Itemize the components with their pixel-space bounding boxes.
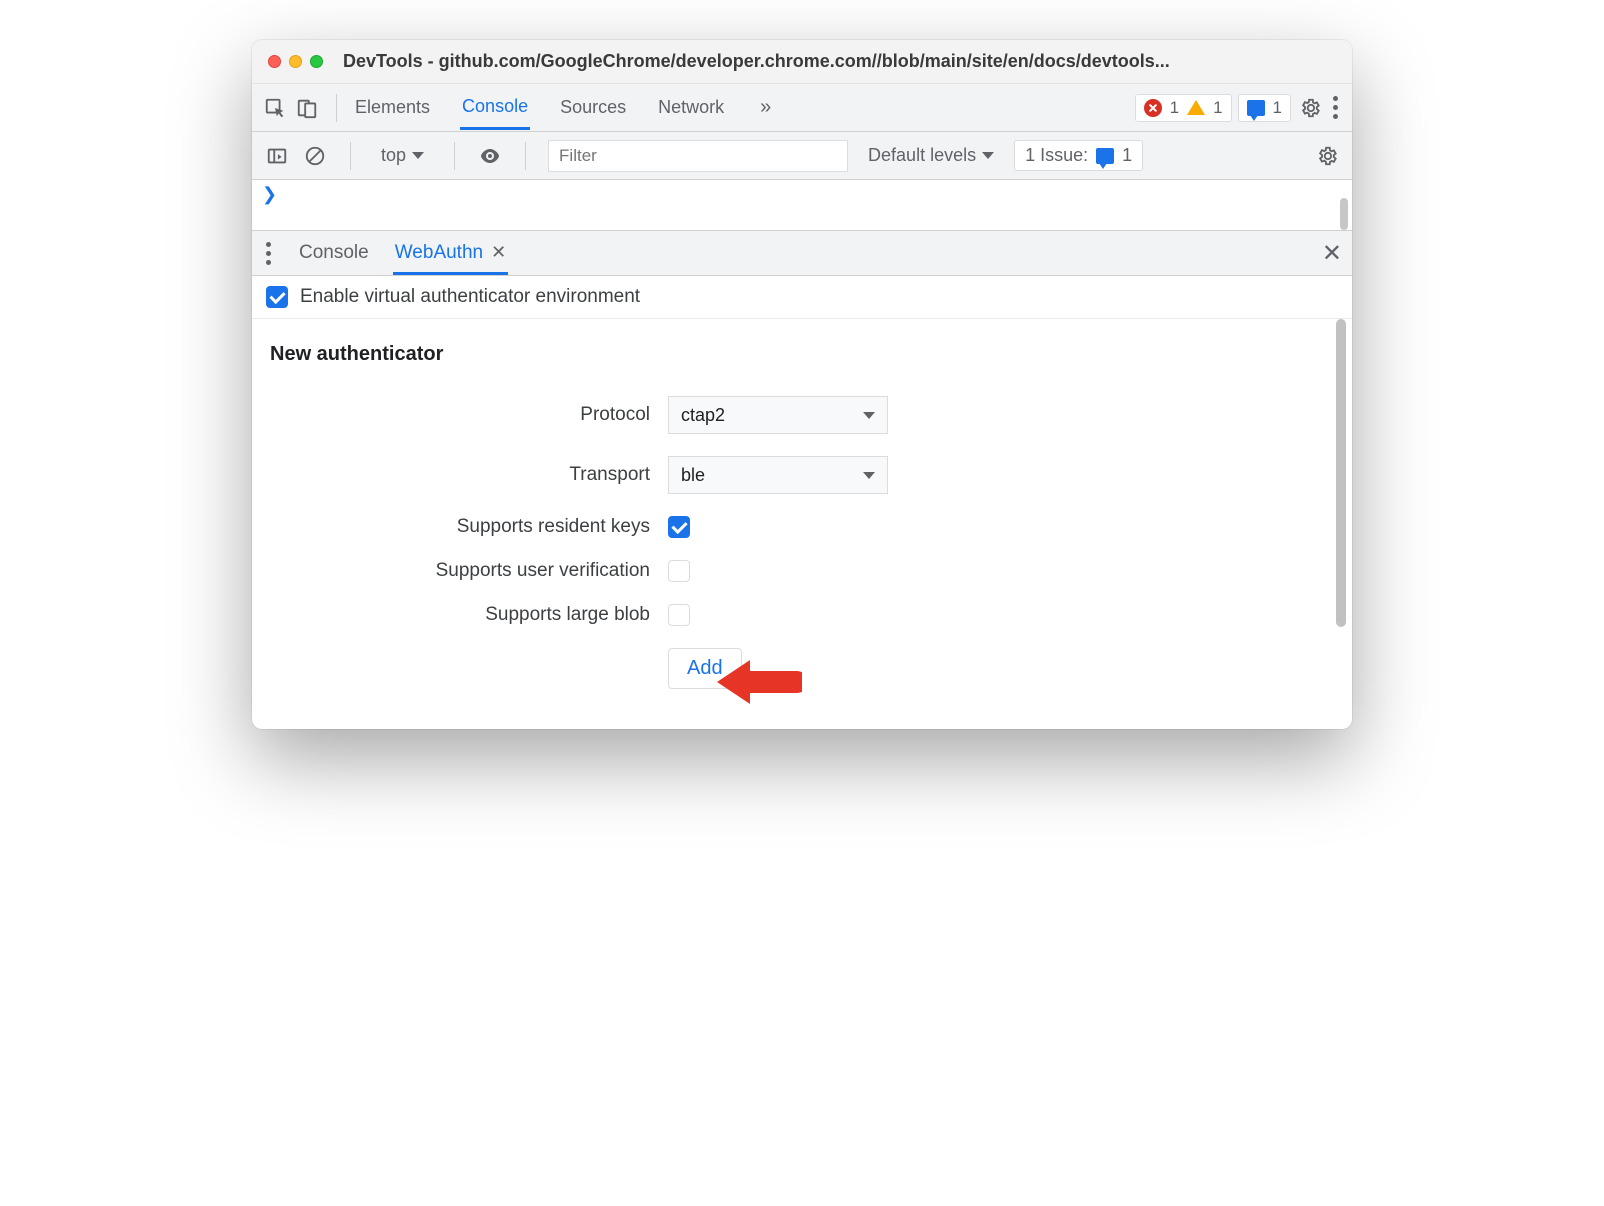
drawer-tabs: Console WebAuthn ✕ ✕ <box>252 230 1352 276</box>
tab-network[interactable]: Network <box>656 87 726 128</box>
transport-row: Transport ble <box>270 456 1334 494</box>
transport-value: ble <box>681 465 705 486</box>
close-window-button[interactable] <box>268 55 281 68</box>
separator <box>350 142 351 170</box>
protocol-select[interactable]: ctap2 <box>668 396 888 434</box>
console-messages-area: ❯ <box>252 180 1352 230</box>
enable-label: Enable virtual authenticator environment <box>300 286 640 308</box>
large-blob-checkbox[interactable] <box>668 604 690 626</box>
drawer-kebab-icon[interactable] <box>262 238 275 269</box>
message-count: 1 <box>1273 98 1282 118</box>
warning-count: 1 <box>1213 98 1222 118</box>
transport-select[interactable]: ble <box>668 456 888 494</box>
messages-badge[interactable]: 1 <box>1238 94 1291 122</box>
resident-keys-row: Supports resident keys <box>270 516 1334 538</box>
scrollbar-thumb[interactable] <box>1340 198 1348 230</box>
user-verification-checkbox[interactable] <box>668 560 690 582</box>
tab-sources[interactable]: Sources <box>558 87 628 128</box>
log-levels-selector[interactable]: Default levels <box>860 141 1002 170</box>
clear-console-icon[interactable] <box>302 143 328 169</box>
message-icon <box>1247 100 1265 116</box>
console-sidebar-toggle-icon[interactable] <box>264 143 290 169</box>
levels-value: Default levels <box>868 145 976 166</box>
caret-down-icon <box>863 412 875 419</box>
separator <box>525 142 526 170</box>
user-verification-row: Supports user verification <box>270 560 1334 582</box>
warning-icon <box>1187 100 1205 115</box>
error-count: 1 <box>1170 98 1179 118</box>
message-icon <box>1096 148 1114 164</box>
error-icon <box>1144 99 1162 117</box>
tab-elements[interactable]: Elements <box>353 87 432 128</box>
context-selector[interactable]: top <box>373 141 432 170</box>
close-tab-icon[interactable]: ✕ <box>491 242 506 263</box>
tab-console[interactable]: Console <box>460 86 530 130</box>
issues-label: 1 Issue: <box>1025 145 1088 166</box>
settings-icon[interactable] <box>1297 95 1323 121</box>
main-toolbar: Elements Console Sources Network » 1 1 1 <box>252 84 1352 132</box>
issues-count: 1 <box>1122 145 1132 166</box>
enable-virtual-authenticator-checkbox[interactable] <box>266 286 288 308</box>
more-tabs-icon[interactable]: » <box>754 96 777 119</box>
caret-down-icon <box>863 472 875 479</box>
separator <box>336 94 337 122</box>
user-verification-label: Supports user verification <box>270 560 650 582</box>
inspect-element-icon[interactable] <box>262 95 288 121</box>
drawer-tab-console[interactable]: Console <box>297 234 371 272</box>
caret-down-icon <box>412 152 424 159</box>
error-warning-badge[interactable]: 1 1 <box>1135 94 1232 122</box>
resident-keys-checkbox[interactable] <box>668 516 690 538</box>
separator <box>454 142 455 170</box>
large-blob-row: Supports large blob <box>270 604 1334 626</box>
minimize-window-button[interactable] <box>289 55 302 68</box>
webauthn-panel: New authenticator Protocol ctap2 Transpo… <box>252 319 1352 729</box>
prompt-chevron-icon: ❯ <box>262 184 277 205</box>
panel-scrollbar[interactable] <box>1334 319 1348 729</box>
context-value: top <box>381 145 406 166</box>
large-blob-label: Supports large blob <box>270 604 650 626</box>
protocol-label: Protocol <box>270 404 650 426</box>
live-expression-icon[interactable] <box>477 143 503 169</box>
transport-label: Transport <box>270 464 650 486</box>
kebab-menu-icon[interactable] <box>1329 92 1342 123</box>
filter-input[interactable] <box>548 140 848 172</box>
traffic-lights <box>268 55 323 68</box>
enable-virtual-authenticator-row: Enable virtual authenticator environment <box>252 276 1352 319</box>
titlebar: DevTools - github.com/GoogleChrome/devel… <box>252 40 1352 84</box>
protocol-value: ctap2 <box>681 405 725 426</box>
resident-keys-label: Supports resident keys <box>270 516 650 538</box>
protocol-row: Protocol ctap2 <box>270 396 1334 434</box>
issues-badge[interactable]: 1 Issue: 1 <box>1014 140 1143 171</box>
zoom-window-button[interactable] <box>310 55 323 68</box>
device-toolbar-icon[interactable] <box>294 95 320 121</box>
drawer-tab-webauthn-label: WebAuthn <box>395 242 483 264</box>
console-toolbar: top Default levels 1 Issue: 1 <box>252 132 1352 180</box>
new-authenticator-heading: New authenticator <box>270 343 1334 366</box>
console-settings-icon[interactable] <box>1314 143 1340 169</box>
scrollbar-thumb[interactable] <box>1336 319 1346 627</box>
devtools-window: DevTools - github.com/GoogleChrome/devel… <box>252 40 1352 729</box>
caret-down-icon <box>982 152 994 159</box>
main-tabs: Elements Console Sources Network » <box>353 86 777 130</box>
window-title: DevTools - github.com/GoogleChrome/devel… <box>343 51 1170 72</box>
drawer-tab-webauthn[interactable]: WebAuthn ✕ <box>393 234 508 275</box>
close-drawer-icon[interactable]: ✕ <box>1322 239 1342 268</box>
annotation-arrow-icon <box>712 652 802 717</box>
